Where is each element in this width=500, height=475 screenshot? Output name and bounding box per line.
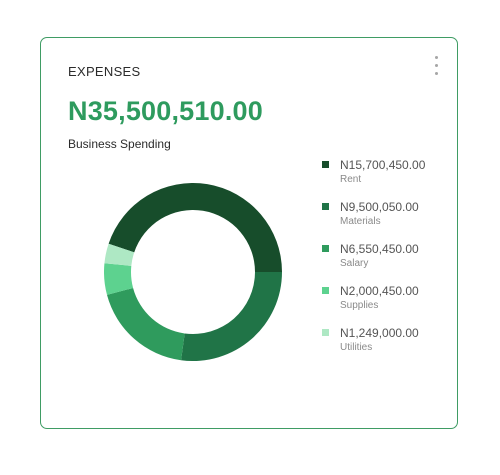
legend-label-supplies: Supplies [340,300,379,311]
legend-item-supplies: N2,000,450.00 Supplies [322,284,452,326]
legend-swatch-supplies [322,287,329,294]
legend-swatch-utilities [322,329,329,336]
legend-item-rent: N15,700,450.00 Rent [322,158,452,200]
legend-label-rent: Rent [340,174,362,185]
legend-swatch-salary [322,245,329,252]
donut-slice-rent [108,183,282,272]
expenses-donut-chart [104,183,282,361]
legend-label-materials: Materials [340,216,381,227]
legend-value-materials: N9,500,050.00 [340,200,419,214]
legend-value-utilities: N1,249,000.00 [340,326,419,340]
legend-item-utilities: N1,249,000.00 Utilities [322,326,452,368]
expenses-card: EXPENSES N35,500,510.00 Business Spendin… [40,37,458,429]
legend-item-salary: N6,550,450.00 Salary [322,242,452,284]
legend-value-supplies: N2,000,450.00 [340,284,419,298]
donut-slice-materials [181,272,282,361]
chart-legend: N15,700,450.00 Rent N9,500,050.00 Materi… [322,158,452,368]
legend-value-salary: N6,550,450.00 [340,242,419,256]
legend-item-materials: N9,500,050.00 Materials [322,200,452,242]
total-amount: N35,500,510.00 [68,96,263,126]
legend-label-utilities: Utilities [340,342,373,353]
legend-label-salary: Salary [340,258,369,269]
donut-slice-salary [106,287,185,361]
legend-value-rent: N15,700,450.00 [340,158,426,172]
kebab-menu-icon[interactable] [430,56,442,78]
card-subtitle: Business Spending [68,137,171,151]
card-title: EXPENSES [68,64,141,79]
legend-swatch-materials [322,203,329,210]
legend-swatch-rent [322,161,329,168]
